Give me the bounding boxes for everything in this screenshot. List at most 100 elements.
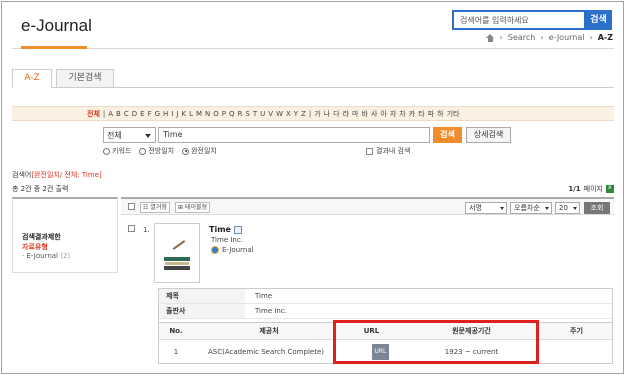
result-title-text[interactable]: Time (209, 225, 231, 234)
alphabet-link[interactable]: I (171, 107, 173, 120)
chevron-down-icon (145, 134, 151, 138)
page-size-select[interactable]: 20 (555, 202, 580, 214)
alphabet-link[interactable]: M (196, 107, 202, 120)
alphabet-link[interactable]: F (148, 107, 152, 120)
alphabet-link[interactable]: J (176, 107, 178, 120)
result-checkbox[interactable] (128, 225, 135, 232)
globe-icon (211, 246, 219, 254)
alphabet-link[interactable]: U (260, 107, 265, 120)
radio-dot (139, 147, 147, 155)
home-icon[interactable] (485, 33, 495, 42)
summary-prefix: 검색어 (12, 171, 32, 179)
excel-export-icon[interactable] (606, 184, 614, 193)
alphabet-link[interactable]: W (276, 107, 283, 120)
alphabet-link[interactable]: B (116, 107, 121, 120)
alphabet-link[interactable]: R (238, 107, 243, 120)
alphabet-separator: | (308, 110, 312, 118)
within-checkbox[interactable] (366, 147, 373, 155)
radio-exact[interactable]: 완전일치 (182, 146, 217, 156)
alphabet-link[interactable]: H (163, 107, 168, 120)
alphabet-link[interactable]: 자 (390, 107, 396, 120)
alphabet-link[interactable]: 차 (399, 107, 405, 120)
thumbnail-art (165, 262, 189, 265)
advanced-search-button[interactable]: 상세검색 (466, 127, 511, 143)
result-title[interactable]: Time (209, 225, 242, 234)
alphabet-link[interactable]: Z (301, 107, 306, 120)
alphabet-link[interactable]: 전체 (87, 107, 100, 120)
alphabet-separator: | (102, 110, 106, 118)
col-note: 주기 (570, 327, 583, 335)
sort-field-select[interactable]: 서명 (465, 202, 507, 214)
alphabet-link[interactable]: X (286, 107, 291, 120)
page-label: 페이지 (583, 185, 603, 193)
alphabet-link[interactable]: T (253, 107, 257, 120)
alphabet-link[interactable]: 나 (324, 107, 330, 120)
alphabet-link[interactable]: O (213, 107, 219, 120)
search-within-results[interactable]: 결과내 검색 (366, 146, 410, 156)
alphabet-link[interactable]: D (132, 107, 137, 120)
thumbnail-art (164, 257, 190, 261)
radio-label: 전방일치 (148, 147, 175, 155)
facet-heading: 검색결과제한 (22, 233, 61, 241)
alphabet-link[interactable]: 파 (428, 107, 434, 120)
list-view-button[interactable]: ☷ 열거형 (140, 202, 170, 213)
table-view-button[interactable]: ⊞ 테이블형 (175, 202, 211, 213)
detail-label: 제목 (159, 289, 245, 303)
global-search-input[interactable]: 검색어를 입력하세요 (452, 10, 586, 30)
alphabet-link[interactable]: 라 (343, 107, 349, 120)
result-source-label: E-Journal (222, 246, 254, 254)
radio-dot (182, 147, 190, 155)
search-button[interactable]: 검색 (433, 127, 462, 143)
alphabet-link[interactable]: G (155, 107, 160, 120)
alphabet-link[interactable]: 카 (409, 107, 415, 120)
search-field-select[interactable]: 전체 (103, 127, 156, 143)
facet-item-count: (2) (60, 252, 71, 260)
radio-keyword[interactable]: 키워드 (103, 146, 131, 156)
alphabet-link[interactable]: V (268, 107, 273, 120)
chevron-down-icon (500, 207, 504, 210)
thumbnail-art (164, 266, 190, 270)
tab-basic-search[interactable]: 기본검색 (56, 69, 114, 88)
alphabet-link[interactable]: A (108, 107, 113, 120)
facet-panel: 검색결과제한 자료유형 · E-Journal (2) (12, 197, 118, 273)
alphabet-link[interactable]: N (205, 107, 210, 120)
tab-divider (12, 87, 614, 88)
journal-thumbnail[interactable] (154, 223, 200, 283)
breadcrumb-item[interactable]: Search (508, 33, 535, 42)
tab-az[interactable]: A-Z (12, 69, 52, 88)
alphabet-link[interactable]: 타 (418, 107, 424, 120)
alphabet-link[interactable]: 아 (380, 107, 386, 120)
sort-order-select[interactable]: 오름차순 (510, 202, 552, 214)
select-all-checkbox[interactable] (128, 203, 135, 210)
alphabet-link[interactable]: S (245, 107, 249, 120)
alphabet-link[interactable]: L (189, 107, 193, 120)
result-source: E-Journal (211, 246, 254, 254)
alphabet-link[interactable]: E (140, 107, 144, 120)
alphabet-link[interactable]: Q (229, 107, 235, 120)
col-provider: 제공처 (259, 327, 279, 335)
search-query-input[interactable]: Time (158, 127, 430, 143)
facet-item-ejournal[interactable]: · E-Journal (2) (22, 252, 70, 260)
radio-prefix[interactable]: 전방일치 (139, 146, 174, 156)
alphabet-link[interactable]: P (222, 107, 226, 120)
alphabet-link[interactable]: C (124, 107, 129, 120)
detail-icon[interactable] (233, 225, 242, 234)
alphabet-link[interactable]: 다 (333, 107, 339, 120)
detail-label: 출판사 (159, 304, 245, 318)
match-options: 키워드 전방일치 완전일치 (103, 146, 217, 156)
alphabet-link[interactable]: Y (294, 107, 298, 120)
alphabet-link[interactable]: 사 (371, 107, 377, 120)
col-no: No. (169, 327, 183, 335)
breadcrumb-item[interactable]: e-Journal (549, 33, 585, 42)
global-search-button[interactable]: 검색 (585, 10, 612, 30)
alphabet-link[interactable]: K (181, 107, 186, 120)
alphabet-link[interactable]: 하 (437, 107, 443, 120)
alphabet-link[interactable]: 기타 (447, 107, 460, 120)
title-underline (21, 46, 87, 49)
thumbnail-art (172, 240, 186, 250)
apply-sort-button[interactable]: 조회 (584, 202, 610, 214)
chevron-down-icon (545, 207, 549, 210)
alphabet-link[interactable]: 바 (361, 107, 367, 120)
alphabet-link[interactable]: 가 (314, 107, 320, 120)
alphabet-link[interactable]: 마 (352, 107, 358, 120)
